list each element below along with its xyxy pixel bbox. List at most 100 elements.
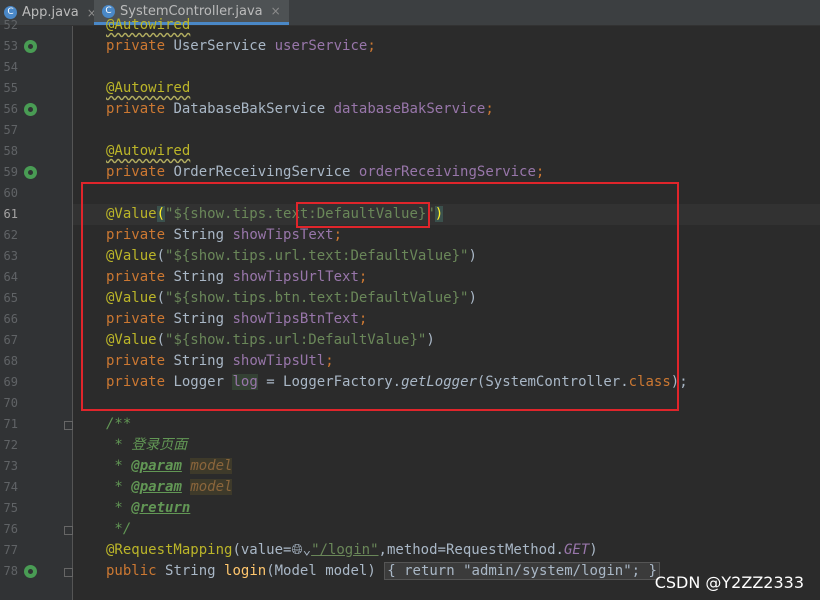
type-name: UserService <box>173 38 267 54</box>
code-line-77: 77 @RequestMapping(value=🌐︎⌄"/login",met… <box>0 540 820 561</box>
line-number: 69 <box>3 375 18 389</box>
code-text[interactable]: * 登录页面 <box>106 435 187 456</box>
code-line-52: 52 @Autowired <box>0 15 820 36</box>
fold-toggle-icon[interactable] <box>64 568 73 577</box>
fold-toggle-icon[interactable] <box>64 421 73 430</box>
code-line-54: 54 <box>0 57 820 78</box>
code-line-74: 74 * @param model <box>0 477 820 498</box>
line-number: 78 <box>3 564 18 578</box>
doc-comment: * <box>106 500 132 516</box>
line-number: 70 <box>3 396 18 410</box>
code-line-55: 55 @Autowired <box>0 78 820 99</box>
param-name: model <box>325 563 368 579</box>
line-number: 67 <box>3 333 18 347</box>
doc-comment: * <box>106 479 132 495</box>
annotation: @Autowired <box>106 143 191 159</box>
folded-method-body[interactable]: { return "admin/system/login"; } <box>384 562 660 580</box>
code-text[interactable]: @Autowired <box>106 141 190 162</box>
code-line-75: 75 * @return <box>0 498 820 519</box>
line-number: 57 <box>3 123 18 137</box>
javadoc-tag: @param <box>131 458 182 474</box>
line-number: 66 <box>3 312 18 326</box>
code-line-72: 72 * 登录页面 <box>0 435 820 456</box>
field-name: orderReceivingService <box>358 164 536 180</box>
annotation: @Autowired <box>106 80 191 96</box>
code-line-76: 76 */ <box>0 519 820 540</box>
code-text[interactable]: private OrderReceivingService orderRecei… <box>106 162 544 183</box>
line-number: 55 <box>3 81 18 95</box>
method-name: login <box>224 563 267 579</box>
line-number: 77 <box>3 543 18 557</box>
doc-comment: /** <box>106 416 132 432</box>
doc-comment: * 登录页面 <box>106 437 188 453</box>
annotation: @RequestMapping <box>106 542 233 558</box>
globe-icon[interactable]: 🌐︎⌄ <box>291 542 311 558</box>
code-text[interactable]: @RequestMapping(value=🌐︎⌄"/login",method… <box>106 540 598 561</box>
code-line-58: 58 @Autowired <box>0 141 820 162</box>
line-number: 56 <box>3 102 18 116</box>
line-number: 74 <box>3 480 18 494</box>
semicolon: ; <box>485 101 494 117</box>
code-text[interactable]: private UserService userService; <box>106 36 376 57</box>
javadoc-param: model <box>190 479 233 495</box>
keyword: private <box>106 164 166 180</box>
line-number: 72 <box>3 438 18 452</box>
type-name: DatabaseBakService <box>173 101 326 117</box>
line-number: 63 <box>3 249 18 263</box>
fold-toggle-icon[interactable] <box>64 526 73 535</box>
autowired-bean-icon[interactable] <box>24 103 37 116</box>
line-number: 62 <box>3 228 18 242</box>
annotation-args: (value= <box>232 542 292 558</box>
line-number: 61 <box>3 207 18 221</box>
line-number: 73 <box>3 459 18 473</box>
semicolon: ; <box>535 164 545 180</box>
code-text[interactable]: public String login(Model model) { retur… <box>106 561 660 582</box>
code-text[interactable]: private DatabaseBakService databaseBakSe… <box>106 99 494 120</box>
semicolon: ; <box>367 38 376 54</box>
code-line-71: 71 /** <box>0 414 820 435</box>
autowired-bean-icon[interactable] <box>24 40 37 53</box>
line-number: 64 <box>3 270 18 284</box>
keyword: private <box>106 101 166 117</box>
line-number: 60 <box>3 186 18 200</box>
url-string[interactable]: "/login" <box>311 542 378 558</box>
code-text[interactable]: * @param model <box>106 456 233 477</box>
method-args: (Model <box>266 563 326 579</box>
enum-constant: GET <box>563 542 590 558</box>
code-text[interactable]: @Autowired <box>106 78 190 99</box>
highlight-box-default-value <box>296 202 430 228</box>
code-text[interactable]: /** <box>106 414 131 435</box>
autowired-bean-icon[interactable] <box>24 166 37 179</box>
field-name: databaseBakService <box>333 101 486 117</box>
code-text[interactable]: * @return <box>106 498 190 519</box>
doc-comment: */ <box>106 521 132 537</box>
keyword: private <box>106 38 166 54</box>
keyword: public <box>106 563 157 579</box>
line-number: 71 <box>3 417 18 431</box>
request-mapping-icon[interactable] <box>24 565 37 578</box>
annotation: @Autowired <box>106 17 191 33</box>
line-number: 76 <box>3 522 18 536</box>
javadoc-tag: @return <box>131 500 191 516</box>
type-name: String <box>165 563 216 579</box>
line-number: 58 <box>3 144 18 158</box>
annotation-args: ,method=RequestMethod. <box>378 542 564 558</box>
line-number: 75 <box>3 501 18 515</box>
type-name: OrderReceivingService <box>173 164 351 180</box>
javadoc-tag: @param <box>131 479 182 495</box>
code-text[interactable]: @Autowired <box>106 15 190 36</box>
code-text[interactable]: * @param model <box>106 477 233 498</box>
line-number: 54 <box>3 60 18 74</box>
code-line-53: 53 private UserService userService; <box>0 36 820 57</box>
line-number: 68 <box>3 354 18 368</box>
paren-close: ) <box>589 542 598 558</box>
field-name: userService <box>274 38 368 54</box>
code-line-56: 56 private DatabaseBakService databaseBa… <box>0 99 820 120</box>
code-line-59: 59 private OrderReceivingService orderRe… <box>0 162 820 183</box>
doc-comment: * <box>106 458 132 474</box>
code-text[interactable]: */ <box>106 519 131 540</box>
watermark: CSDN @Y2ZZ2333 <box>654 573 804 592</box>
line-number: 52 <box>3 18 18 32</box>
code-line-57: 57 <box>0 120 820 141</box>
line-number: 53 <box>3 39 18 53</box>
